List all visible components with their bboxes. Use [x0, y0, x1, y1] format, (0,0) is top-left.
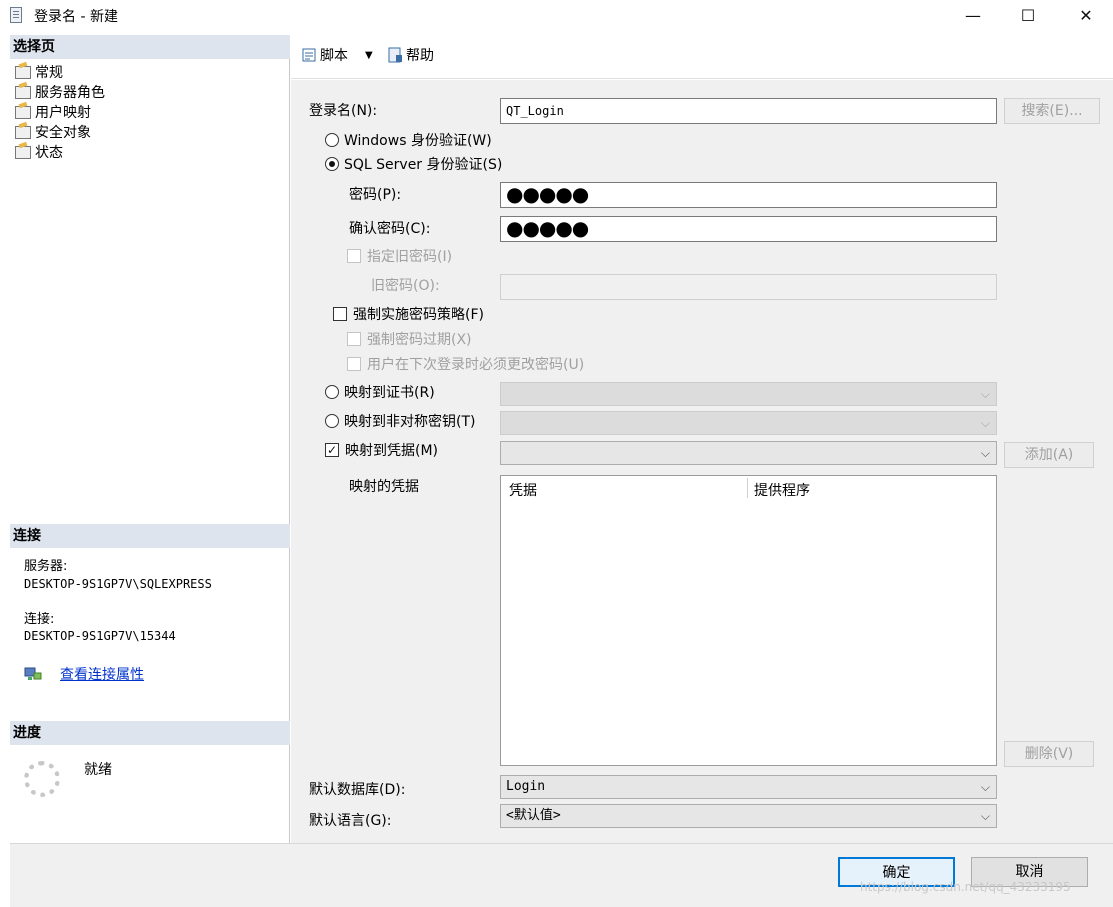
map-asymmetric-key-radio[interactable]	[325, 414, 339, 428]
page-icon	[15, 125, 31, 139]
view-connection-properties-link[interactable]: 查看连接属性	[60, 664, 144, 684]
connection-properties-icon	[24, 667, 42, 683]
close-button[interactable]: ✕	[1063, 0, 1109, 32]
map-asymmetric-key-option[interactable]: 映射到非对称密钥(T)	[325, 412, 475, 432]
chevron-down-icon: ⌵	[980, 416, 990, 430]
enforce-expiration-checkbox[interactable]	[347, 332, 361, 346]
sql-auth-option[interactable]: SQL Server 身份验证(S)	[325, 155, 502, 175]
default-language-label: 默认语言(G):	[309, 813, 392, 829]
page-item-general[interactable]: 常规	[15, 63, 63, 83]
page-item-securables[interactable]: 安全对象	[15, 123, 91, 143]
windows-auth-radio[interactable]	[325, 133, 339, 147]
chevron-down-icon: ⌵	[980, 387, 990, 401]
help-icon	[387, 47, 403, 63]
map-credential-option[interactable]: ✓ 映射到凭据(M)	[325, 441, 438, 461]
maximize-button[interactable]: ☐	[1005, 0, 1051, 32]
enforce-policy-checkbox[interactable]	[333, 307, 347, 321]
default-database-combo[interactable]: Login ⌵	[500, 775, 997, 799]
server-value: DESKTOP-9S1GP7V\SQLEXPRESS	[24, 577, 212, 591]
sql-auth-radio[interactable]	[325, 157, 339, 171]
progress-status: 就绪	[84, 762, 112, 778]
window-icon	[10, 7, 22, 23]
enforce-policy-option[interactable]: 强制实施密码策略(F)	[333, 305, 484, 325]
general-page-form: 登录名(N): QT_Login 搜索(E)... Windows 身份验证(W…	[291, 80, 1113, 843]
map-credential-checkbox[interactable]: ✓	[325, 443, 339, 457]
page-icon	[15, 105, 31, 119]
progress-spinner-icon	[24, 761, 60, 797]
mapped-credentials-label: 映射的凭据	[349, 479, 419, 495]
page-item-user-mapping[interactable]: 用户映射	[15, 103, 91, 123]
password-input[interactable]: ●●●●●	[500, 182, 997, 208]
old-password-input[interactable]	[500, 274, 997, 300]
map-certificate-option[interactable]: 映射到证书(R)	[325, 383, 435, 403]
mapped-credentials-grid[interactable]: 凭据 提供程序	[500, 475, 997, 766]
watermark: https://blog.csdn.net/qq_43233195	[860, 880, 1071, 894]
asymmetric-key-combo[interactable]: ⌵	[500, 411, 997, 435]
column-separator	[747, 478, 748, 498]
help-button[interactable]: 帮助	[387, 45, 434, 67]
select-page-header: 选择页	[10, 35, 290, 59]
title-bar: 登录名 - 新建 — ☐ ✕	[0, 0, 1113, 32]
connection-label: 连接:	[24, 612, 55, 627]
page-icon	[15, 65, 31, 79]
credential-combo[interactable]: ⌵	[500, 441, 997, 465]
left-panel: 选择页 常规 服务器角色 用户映射 安全对象 状态 连接 服务器: DESKTO…	[10, 35, 290, 843]
minimize-button[interactable]: —	[950, 0, 996, 32]
default-database-label: 默认数据库(D):	[309, 782, 406, 798]
default-language-combo[interactable]: <默认值> ⌵	[500, 804, 997, 828]
must-change-option[interactable]: 用户在下次登录时必须更改密码(U)	[347, 355, 584, 375]
password-label: 密码(P):	[349, 187, 402, 203]
dialog-button-bar: 确定 取消 https://blog.csdn.net/qq_43233195	[10, 843, 1113, 907]
windows-auth-option[interactable]: Windows 身份验证(W)	[325, 131, 492, 151]
add-credential-button[interactable]: 添加(A)	[1004, 442, 1094, 468]
specify-old-password-checkbox[interactable]	[347, 249, 361, 263]
specify-old-password-option[interactable]: 指定旧密码(I)	[347, 247, 452, 267]
toolbar: 脚本 ▼ 帮助	[291, 35, 1113, 79]
script-dropdown-arrow[interactable]: ▼	[365, 45, 373, 67]
script-icon	[301, 47, 317, 63]
search-button[interactable]: 搜索(E)...	[1004, 98, 1100, 124]
chevron-down-icon: ⌵	[980, 446, 990, 460]
progress-header: 进度	[10, 721, 290, 745]
old-password-label: 旧密码(O):	[371, 278, 440, 294]
certificate-combo[interactable]: ⌵	[500, 382, 997, 406]
connection-header: 连接	[10, 524, 290, 548]
map-certificate-radio[interactable]	[325, 385, 339, 399]
remove-credential-button[interactable]: 删除(V)	[1004, 741, 1094, 767]
enforce-expiration-option[interactable]: 强制密码过期(X)	[347, 330, 472, 350]
page-icon	[15, 85, 31, 99]
chevron-down-icon: ⌵	[980, 809, 990, 823]
page-icon	[15, 145, 31, 159]
must-change-checkbox[interactable]	[347, 357, 361, 371]
page-item-server-roles[interactable]: 服务器角色	[15, 83, 105, 103]
script-button[interactable]: 脚本	[301, 45, 348, 67]
page-item-status[interactable]: 状态	[15, 143, 63, 163]
confirm-password-input[interactable]: ●●●●●	[500, 216, 997, 242]
grid-col-provider[interactable]: 提供程序	[754, 480, 810, 500]
login-name-input[interactable]: QT_Login	[500, 98, 997, 124]
server-label: 服务器:	[24, 559, 68, 574]
window-title: 登录名 - 新建	[34, 9, 118, 25]
grid-col-credential[interactable]: 凭据	[509, 480, 537, 500]
chevron-down-icon: ⌵	[980, 780, 990, 794]
confirm-password-label: 确认密码(C):	[349, 221, 431, 237]
connection-value: DESKTOP-9S1GP7V\15344	[24, 629, 176, 643]
login-name-label: 登录名(N):	[309, 103, 378, 119]
